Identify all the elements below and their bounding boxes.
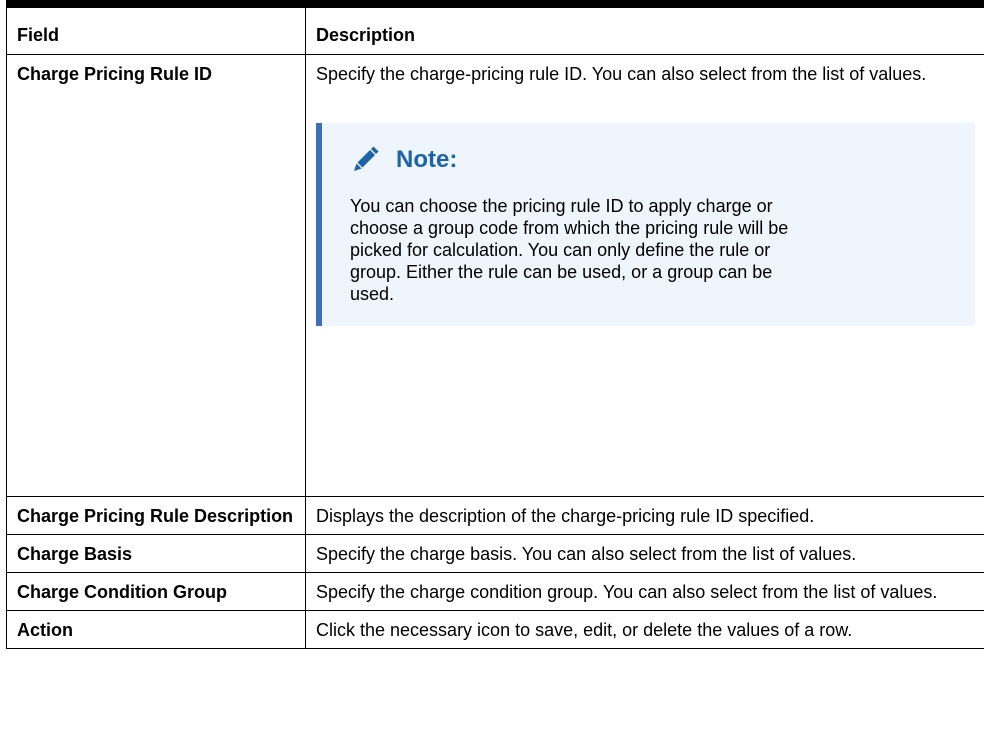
field-name-cell: Charge Basis — [6, 534, 306, 573]
description-cell: Displays the description of the charge-p… — [305, 496, 984, 535]
pencil-icon — [350, 145, 380, 175]
description-cell: Specify the charge basis. You can also s… — [305, 534, 984, 573]
field-name-cell: Charge Pricing Rule ID — [6, 54, 306, 497]
table-row-charge-basis: Charge Basis Specify the charge basis. Y… — [6, 534, 984, 573]
document-page: Field Description Charge Pricing Rule ID… — [0, 0, 984, 751]
column-header-description: Description — [305, 0, 984, 55]
description-cell: Specify the charge condition group. You … — [305, 572, 984, 611]
column-header-field: Field — [6, 0, 306, 55]
note-title: Note: — [396, 146, 458, 173]
field-name-cell: Charge Pricing Rule Description — [6, 496, 306, 535]
table-row-charge-condition-group: Charge Condition Group Specify the charg… — [6, 572, 984, 611]
table-row-action: Action Click the necessary icon to save,… — [6, 610, 984, 649]
description-text: Specify the charge-pricing rule ID. You … — [316, 64, 927, 84]
table-row-charge-pricing-rule-id: Charge Pricing Rule ID Specify the charg… — [6, 54, 984, 497]
field-description-table: Field Description Charge Pricing Rule ID… — [6, 0, 984, 649]
note-text: You can choose the pricing rule ID to ap… — [350, 196, 789, 304]
table-header-row: Field Description — [6, 0, 984, 55]
field-name-cell: Charge Condition Group — [6, 572, 306, 611]
field-name-cell: Action — [6, 610, 306, 649]
note-header: Note: — [350, 145, 955, 175]
description-cell: Click the necessary icon to save, edit, … — [305, 610, 984, 649]
description-cell: Specify the charge-pricing rule ID. You … — [305, 54, 984, 497]
note-callout: Note: You can choose the pricing rule ID… — [316, 123, 975, 326]
table-row-charge-pricing-rule-description: Charge Pricing Rule Description Displays… — [6, 496, 984, 535]
